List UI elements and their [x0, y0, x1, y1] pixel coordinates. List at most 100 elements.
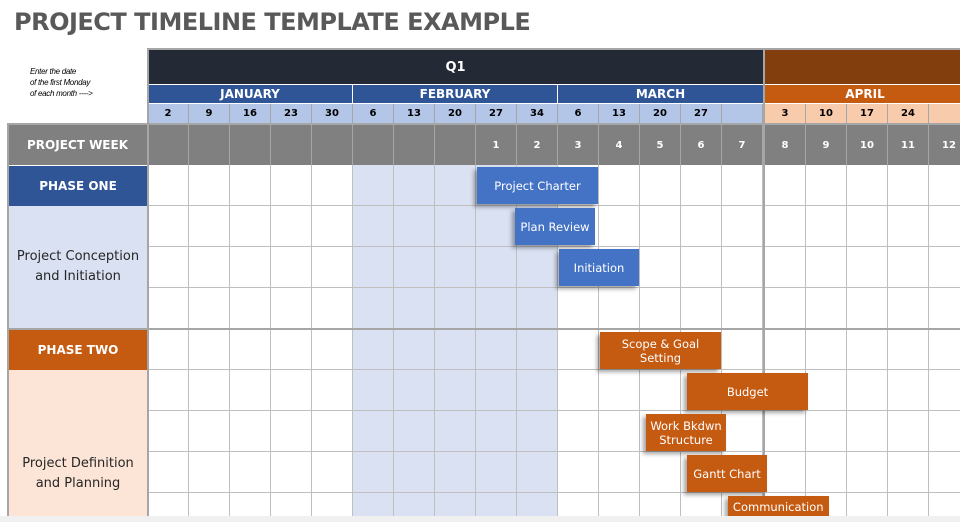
timeline-cell[interactable] [312, 247, 353, 288]
week-start-date[interactable]: 16 [230, 104, 271, 123]
timeline-cell[interactable] [476, 370, 517, 411]
timeline-cell[interactable] [640, 288, 681, 330]
timeline-cell[interactable] [806, 370, 847, 411]
task-bar[interactable]: Initiation [559, 249, 639, 286]
timeline-cell[interactable] [599, 370, 640, 411]
timeline-cell[interactable] [435, 370, 476, 411]
timeline-cell[interactable] [394, 370, 435, 411]
timeline-cell[interactable] [189, 206, 230, 247]
timeline-cell[interactable] [765, 165, 806, 206]
timeline-cell[interactable] [722, 330, 763, 370]
timeline-cell[interactable] [640, 165, 681, 206]
timeline-cell[interactable] [929, 206, 960, 247]
timeline-cell[interactable] [476, 247, 517, 288]
timeline-cell[interactable] [806, 411, 847, 452]
week-start-date[interactable]: 6 [353, 104, 394, 123]
timeline-cell[interactable] [230, 165, 271, 206]
timeline-cell[interactable] [558, 370, 599, 411]
task-bar[interactable]: Gantt Chart [687, 455, 767, 492]
timeline-cell[interactable] [476, 411, 517, 452]
timeline-cell[interactable] [806, 452, 847, 493]
timeline-cell[interactable] [353, 206, 394, 247]
timeline-cell[interactable] [394, 411, 435, 452]
timeline-cell[interactable] [312, 288, 353, 330]
timeline-cell[interactable] [640, 370, 681, 411]
timeline-cell[interactable] [517, 330, 558, 370]
timeline-cell[interactable] [681, 247, 722, 288]
timeline-cell[interactable] [312, 452, 353, 493]
timeline-cell[interactable] [148, 370, 189, 411]
timeline-cell[interactable] [722, 206, 763, 247]
timeline-cell[interactable] [888, 370, 929, 411]
week-start-date[interactable]: 6 [558, 104, 599, 123]
timeline-cell[interactable] [722, 411, 763, 452]
timeline-cell[interactable] [148, 411, 189, 452]
timeline-cell[interactable] [189, 288, 230, 330]
timeline-cell[interactable] [806, 288, 847, 330]
timeline-cell[interactable] [394, 452, 435, 493]
week-start-date[interactable]: 13 [599, 104, 640, 123]
timeline-cell[interactable] [681, 206, 722, 247]
timeline-cell[interactable] [312, 370, 353, 411]
timeline-cell[interactable] [599, 411, 640, 452]
timeline-cell[interactable] [765, 247, 806, 288]
timeline-cell[interactable] [888, 411, 929, 452]
week-start-date[interactable]: 20 [640, 104, 681, 123]
timeline-cell[interactable] [189, 165, 230, 206]
timeline-cell[interactable] [681, 165, 722, 206]
week-start-date[interactable]: 3 [765, 104, 806, 123]
timeline-cell[interactable] [230, 330, 271, 370]
timeline-cell[interactable] [271, 452, 312, 493]
timeline-cell[interactable] [558, 411, 599, 452]
timeline-cell[interactable] [847, 288, 888, 330]
week-start-date[interactable]: 20 [435, 104, 476, 123]
timeline-cell[interactable] [847, 247, 888, 288]
task-bar[interactable]: Plan Review [515, 208, 595, 245]
timeline-cell[interactable] [271, 247, 312, 288]
timeline-cell[interactable] [558, 330, 599, 370]
timeline-cell[interactable] [271, 330, 312, 370]
timeline-cell[interactable] [517, 411, 558, 452]
timeline-cell[interactable] [435, 206, 476, 247]
timeline-cell[interactable] [640, 452, 681, 493]
timeline-cell[interactable] [394, 288, 435, 330]
timeline-cell[interactable] [435, 411, 476, 452]
timeline-cell[interactable] [929, 452, 960, 493]
timeline-cell[interactable] [230, 411, 271, 452]
timeline-cell[interactable] [765, 452, 806, 493]
week-start-date[interactable]: 27 [681, 104, 722, 123]
timeline-cell[interactable] [189, 330, 230, 370]
week-start-date[interactable]: 13 [394, 104, 435, 123]
timeline-cell[interactable] [806, 206, 847, 247]
timeline-cell[interactable] [312, 206, 353, 247]
timeline-cell[interactable] [847, 206, 888, 247]
timeline-cell[interactable] [847, 452, 888, 493]
timeline-cell[interactable] [148, 452, 189, 493]
timeline-cell[interactable] [189, 247, 230, 288]
timeline-cell[interactable] [353, 370, 394, 411]
timeline-cell[interactable] [148, 330, 189, 370]
week-start-date[interactable]: 17 [847, 104, 888, 123]
timeline-cell[interactable] [847, 411, 888, 452]
timeline-cell[interactable] [722, 247, 763, 288]
timeline-cell[interactable] [230, 247, 271, 288]
timeline-cell[interactable] [847, 330, 888, 370]
week-start-date[interactable]: 24 [888, 104, 929, 123]
timeline-cell[interactable] [888, 165, 929, 206]
timeline-cell[interactable] [929, 288, 960, 330]
timeline-cell[interactable] [394, 165, 435, 206]
week-start-date[interactable]: 23 [271, 104, 312, 123]
timeline-cell[interactable] [929, 165, 960, 206]
timeline-cell[interactable] [271, 165, 312, 206]
timeline-cell[interactable] [476, 452, 517, 493]
timeline-cell[interactable] [806, 330, 847, 370]
timeline-cell[interactable] [230, 370, 271, 411]
week-start-date[interactable] [722, 104, 763, 123]
timeline-cell[interactable] [230, 288, 271, 330]
task-bar[interactable]: Project Charter [477, 167, 598, 204]
timeline-cell[interactable] [312, 165, 353, 206]
timeline-cell[interactable] [435, 247, 476, 288]
timeline-cell[interactable] [271, 370, 312, 411]
timeline-cell[interactable] [312, 411, 353, 452]
timeline-cell[interactable] [435, 330, 476, 370]
